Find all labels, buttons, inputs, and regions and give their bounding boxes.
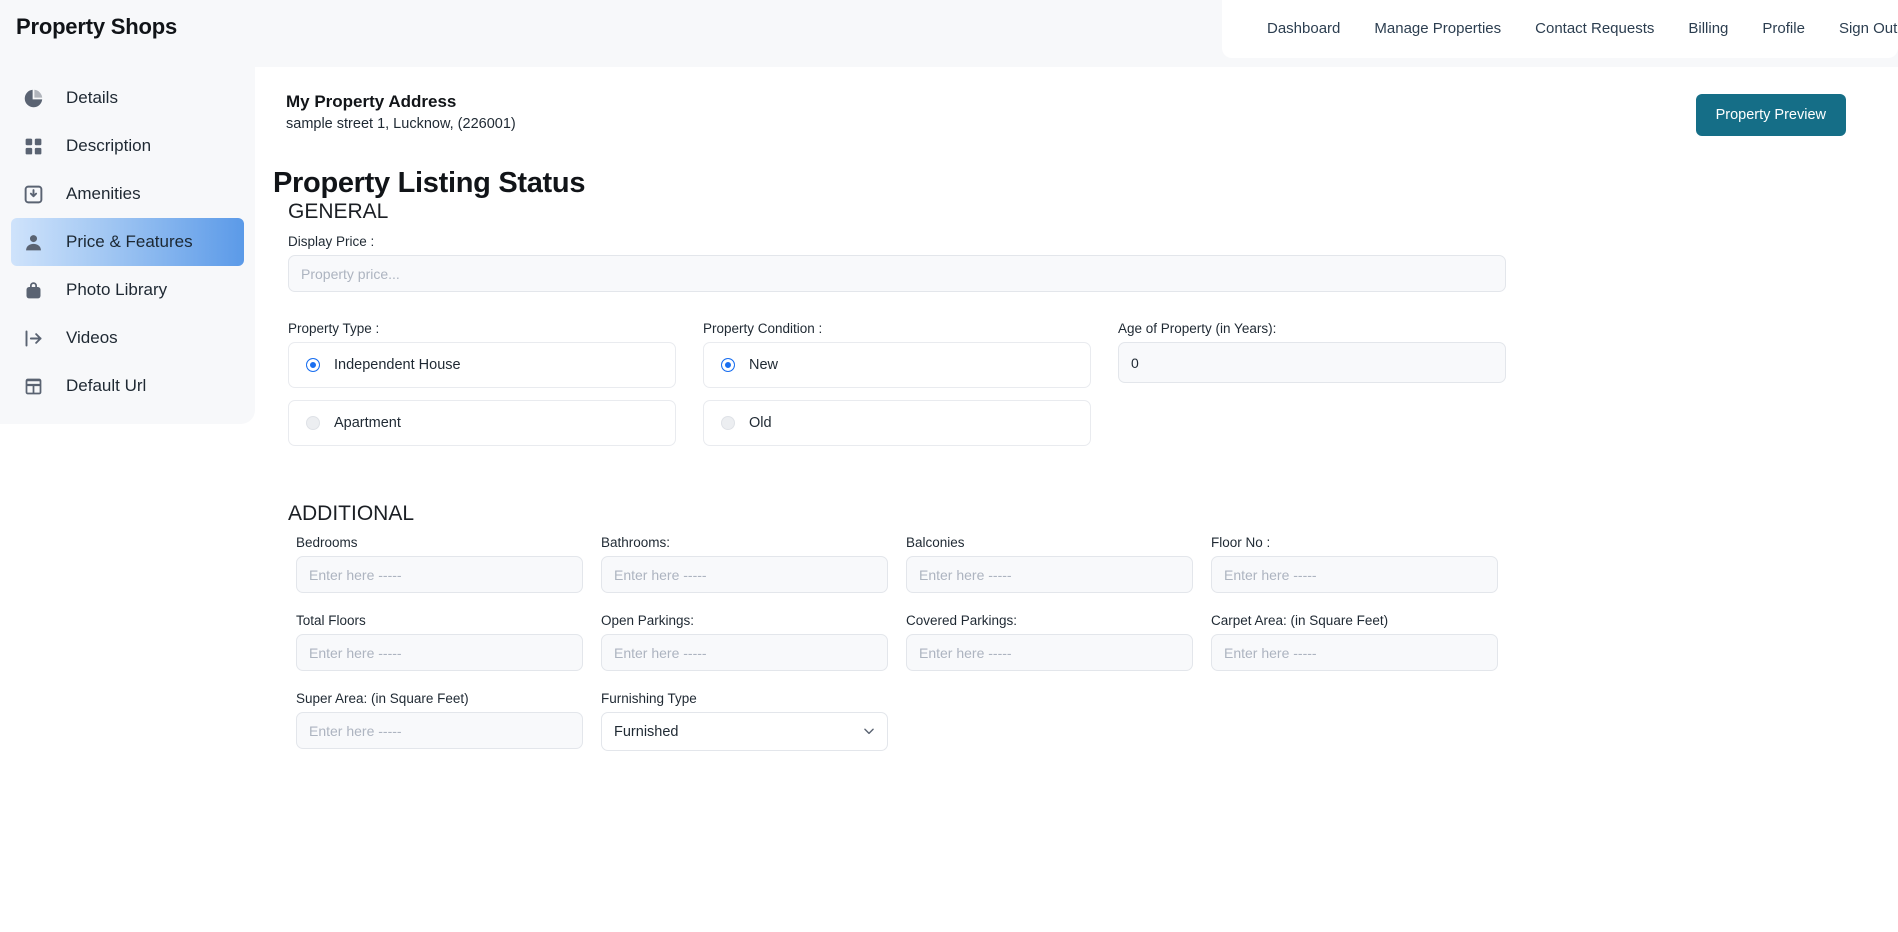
additional-row: Total Floors Open Parkings: Covered Park… (296, 613, 1648, 671)
bathrooms-input[interactable] (601, 556, 888, 593)
nav-item-contact-requests[interactable]: Contact Requests (1518, 0, 1671, 58)
radio-label: Independent House (334, 357, 461, 373)
floor-no-input[interactable] (1211, 556, 1498, 593)
property-type-option-independent-house[interactable]: Independent House (288, 342, 676, 388)
sidebar-item-label: Price & Features (66, 232, 193, 251)
sidebar-item-label: Details (66, 88, 118, 107)
property-address: sample street 1, Lucknow, (226001) (286, 116, 516, 132)
nav-item-dashboard[interactable]: Dashboard (1250, 0, 1357, 58)
radio-label: Old (749, 415, 772, 431)
property-header: My Property Address sample street 1, Luc… (286, 92, 516, 132)
open-parkings-label: Open Parkings: (601, 613, 695, 628)
app-root: Property Shops Dashboard Manage Properti… (0, 0, 1898, 932)
covered-parkings-input[interactable] (906, 634, 1193, 671)
table-layout-icon (23, 376, 44, 397)
sidebar-item-details[interactable]: Details (11, 74, 244, 122)
floor-no-label: Floor No : (1211, 535, 1271, 550)
radio-label: Apartment (334, 415, 401, 431)
grid-icon (23, 136, 44, 157)
sidebar-item-label: Description (66, 136, 152, 155)
age-of-property-label: Age of Property (in Years): (1118, 321, 1277, 336)
covered-parkings-field: Covered Parkings: (906, 613, 1193, 671)
page-title: Property Listing Status (273, 167, 586, 199)
sidebar-item-label: Amenities (66, 184, 141, 203)
nav-item-manage-properties[interactable]: Manage Properties (1357, 0, 1518, 58)
property-type-option-apartment[interactable]: Apartment (288, 400, 676, 446)
inbox-download-icon (23, 184, 44, 205)
section-heading-general: GENERAL (288, 200, 389, 223)
property-condition-option-new[interactable]: New (703, 342, 1091, 388)
radio-unselected-icon[interactable] (721, 416, 735, 430)
display-price-input[interactable] (288, 255, 1506, 292)
nav-item-profile[interactable]: Profile (1745, 0, 1822, 58)
total-floors-field: Total Floors (296, 613, 583, 671)
additional-fields-grid: Bedrooms Bathrooms: Balconies Floor No : (296, 535, 1648, 771)
bedrooms-label: Bedrooms (296, 535, 358, 550)
super-area-input[interactable] (296, 712, 583, 749)
balconies-label: Balconies (906, 535, 965, 550)
age-of-property-field: Age of Property (in Years): (1118, 321, 1506, 458)
bedrooms-input[interactable] (296, 556, 583, 593)
furnishing-type-field: Furnishing Type FurnishedSemi FurnishedU… (601, 691, 888, 751)
radio-selected-icon[interactable] (721, 358, 735, 372)
sidebar-item-videos[interactable]: Videos (11, 314, 244, 362)
age-of-property-input[interactable] (1118, 342, 1506, 383)
balconies-field: Balconies (906, 535, 1193, 593)
sidebar-item-amenities[interactable]: Amenities (11, 170, 244, 218)
sidebar-item-label: Photo Library (66, 280, 168, 299)
total-floors-input[interactable] (296, 634, 583, 671)
property-condition-label: Property Condition : (703, 321, 823, 336)
pie-chart-icon (23, 88, 44, 109)
covered-parkings-label: Covered Parkings: (906, 613, 1018, 628)
super-area-label: Super Area: (in Square Feet) (296, 691, 469, 706)
sidebar-item-price-and-features[interactable]: Price & Features (11, 218, 244, 266)
total-floors-label: Total Floors (296, 613, 366, 628)
super-area-field: Super Area: (in Square Feet) (296, 691, 583, 751)
nav-item-billing[interactable]: Billing (1671, 0, 1745, 58)
display-price-label: Display Price : (288, 234, 375, 249)
floor-no-field: Floor No : (1211, 535, 1498, 593)
display-price-field: Display Price : (288, 234, 1506, 292)
sidebar: Details Description Amenities Price & Fe… (0, 56, 255, 424)
app-brand: Property Shops (16, 14, 178, 39)
nav-item-sign-out[interactable]: Sign Out (1822, 0, 1898, 58)
open-parkings-field: Open Parkings: (601, 613, 888, 671)
main-navigation: Dashboard Manage Properties Contact Requ… (1222, 0, 1898, 58)
property-type-group: Property Type : Independent House Apartm… (288, 321, 676, 458)
sidebar-item-default-url[interactable]: Default Url (11, 362, 244, 410)
sidebar-item-label: Default Url (66, 376, 147, 395)
general-options-row: Property Type : Independent House Apartm… (288, 321, 1506, 458)
top-bar: Property Shops Dashboard Manage Properti… (0, 0, 1898, 67)
property-condition-option-old[interactable]: Old (703, 400, 1091, 446)
sidebar-item-label: Videos (66, 328, 118, 347)
furnishing-type-select-wrap: FurnishedSemi FurnishedUnfurnished (601, 712, 888, 751)
furnishing-type-label: Furnishing Type (601, 691, 697, 706)
sidebar-item-description[interactable]: Description (11, 122, 244, 170)
property-type-label: Property Type : (288, 321, 380, 336)
section-heading-additional: ADDITIONAL (288, 502, 415, 525)
furnishing-type-select[interactable]: FurnishedSemi FurnishedUnfurnished (601, 712, 888, 751)
carpet-area-input[interactable] (1211, 634, 1498, 671)
radio-label: New (749, 357, 779, 373)
person-icon (23, 232, 44, 253)
open-parkings-input[interactable] (601, 634, 888, 671)
carpet-area-label: Carpet Area: (in Square Feet) (1211, 613, 1389, 628)
lock-bag-icon (23, 280, 44, 301)
property-preview-button[interactable]: Property Preview (1695, 94, 1846, 136)
sidebar-item-photo-library[interactable]: Photo Library (11, 266, 244, 314)
additional-row: Bedrooms Bathrooms: Balconies Floor No : (296, 535, 1648, 593)
radio-unselected-icon[interactable] (306, 416, 320, 430)
bedrooms-field: Bedrooms (296, 535, 583, 593)
bathrooms-field: Bathrooms: (601, 535, 888, 593)
property-condition-group: Property Condition : New Old (703, 321, 1091, 458)
additional-row: Super Area: (in Square Feet) Furnishing … (296, 691, 1648, 751)
content-card: My Property Address sample street 1, Luc… (255, 67, 1898, 932)
bathrooms-label: Bathrooms: (601, 535, 671, 550)
radio-selected-icon[interactable] (306, 358, 320, 372)
carpet-area-field: Carpet Area: (in Square Feet) (1211, 613, 1498, 671)
sign-out-arrow-icon (23, 328, 44, 349)
balconies-input[interactable] (906, 556, 1193, 593)
property-heading: My Property Address (286, 92, 457, 111)
